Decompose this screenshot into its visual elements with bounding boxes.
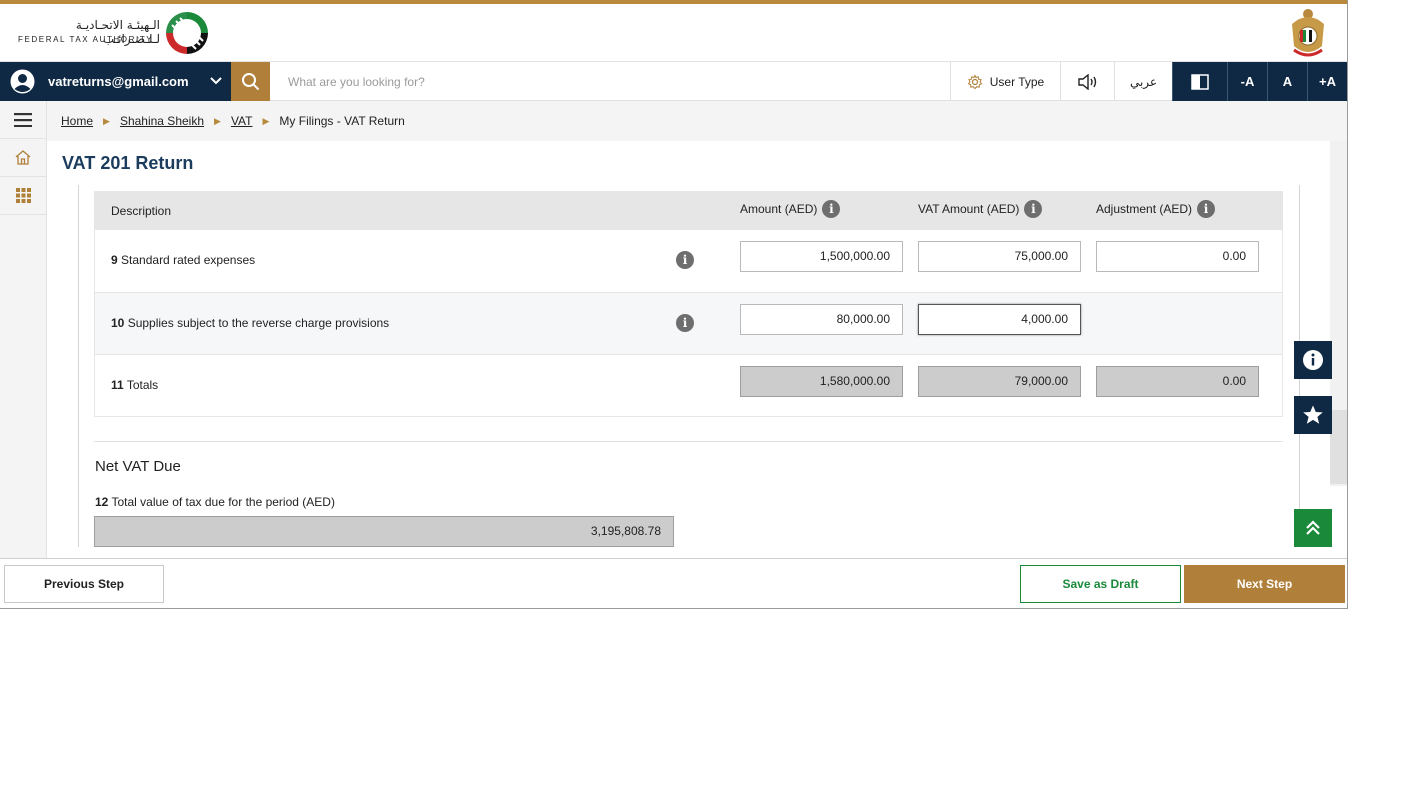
header-vat-amount: VAT Amount (AED) i (918, 200, 1043, 218)
menu-icon (14, 112, 32, 127)
grid-icon (15, 188, 31, 203)
left-nav-rail (0, 101, 47, 558)
header-description-label: Description (111, 204, 172, 218)
font-increase-button[interactable]: +A (1307, 62, 1347, 101)
search-input[interactable] (276, 67, 936, 96)
amount-input[interactable]: 80,000.00 (740, 304, 903, 335)
row-number: 11 (111, 378, 124, 392)
breadcrumb-profile[interactable]: Shahina Sheikh (120, 114, 204, 128)
breadcrumb-separator-icon: ▶ (262, 115, 270, 126)
user-account-menu[interactable]: vatreturns@gmail.com (0, 62, 231, 101)
row-description: Standard rated expenses (121, 253, 256, 267)
scroll-to-top-button[interactable] (1294, 509, 1332, 547)
total-adjustment-field: 0.00 (1096, 366, 1259, 397)
speaker-icon (1077, 73, 1096, 90)
net-vat-number: 12 (95, 495, 109, 509)
table-header: Description Amount (AED) i VAT Amount (A… (95, 192, 1282, 230)
rail-services[interactable] (0, 177, 46, 215)
gear-icon (967, 73, 983, 89)
contrast-toggle[interactable] (1172, 62, 1227, 101)
user-type-button[interactable]: User Type (950, 62, 1060, 101)
app-window: الـهيئـة الاتحـاديـة لـلـضـرائـب FEDERAL… (0, 0, 1348, 609)
fta-logo-icon[interactable] (162, 9, 212, 57)
page-title: VAT 201 Return (62, 153, 194, 173)
header-amount-label: Amount (AED) (740, 202, 818, 216)
row-label: 9 Standard rated expenses (111, 253, 255, 267)
user-email: vatreturns@gmail.com (48, 74, 189, 89)
info-icon[interactable]: i (676, 251, 694, 269)
next-step-button[interactable]: Next Step (1184, 565, 1345, 603)
user-type-label: User Type (989, 74, 1045, 89)
net-vat-description: Total value of tax due for the period (A… (111, 495, 335, 509)
info-icon[interactable]: i (676, 314, 694, 332)
header-adjustment: Adjustment (AED) i (1096, 200, 1216, 218)
breadcrumb-current: My Filings - VAT Return (279, 114, 405, 128)
language-toggle[interactable]: عربي (1114, 62, 1172, 101)
table-row-totals: 11 Totals 1,580,000.00 79,000.00 0.00 (95, 355, 1282, 417)
scrollbar-thumb[interactable] (1330, 410, 1347, 484)
star-icon (1303, 405, 1323, 424)
section-divider (94, 441, 1283, 442)
rail-home[interactable] (0, 139, 46, 177)
font-decrease-button[interactable]: -A (1227, 62, 1267, 101)
vat-expenses-table: Description Amount (AED) i VAT Amount (A… (94, 191, 1283, 417)
header-description: Description (111, 204, 171, 218)
amount-input[interactable]: 1,500,000.00 (740, 241, 903, 272)
chevron-down-icon[interactable] (209, 74, 223, 88)
info-icon[interactable]: i (1197, 200, 1216, 218)
row-number: 9 (111, 253, 118, 267)
row-label: 11 Totals (111, 378, 158, 392)
adjustment-input[interactable]: 0.00 (1096, 241, 1259, 272)
row-label: 10 Supplies subject to the reverse charg… (111, 316, 389, 330)
header-adjustment-label: Adjustment (AED) (1096, 202, 1193, 216)
header-amount: Amount (AED) i (740, 200, 841, 218)
breadcrumb-separator-icon: ▶ (214, 115, 221, 126)
net-vat-label: 12 Total value of tax due for the period… (95, 495, 335, 509)
row-description: Supplies subject to the reverse charge p… (127, 316, 390, 330)
logo-english-text: FEDERAL TAX AUTHORITY (18, 35, 154, 44)
site-header: الـهيئـة الاتحـاديـة لـلـضـرائـب FEDERAL… (0, 4, 1347, 62)
total-vat-field: 79,000.00 (918, 366, 1081, 397)
font-normal-button[interactable]: A (1267, 62, 1307, 101)
table-row: 10 Supplies subject to the reverse charg… (95, 293, 1282, 355)
home-icon (15, 150, 31, 165)
info-icon (1303, 350, 1323, 370)
header-vat-amount-label: VAT Amount (AED) (918, 202, 1020, 216)
breadcrumb-home[interactable]: Home (61, 114, 93, 128)
floating-info-button[interactable] (1294, 341, 1332, 379)
user-avatar-icon (10, 69, 35, 94)
search-icon (242, 73, 260, 91)
search-button[interactable] (231, 62, 270, 101)
row-number: 10 (111, 316, 125, 330)
breadcrumb-separator-icon: ▶ (103, 115, 110, 126)
menu-toggle[interactable] (0, 101, 46, 139)
action-footer: Previous Step Save as Draft Next Step (0, 558, 1347, 608)
row-description: Totals (126, 378, 159, 392)
uae-emblem-icon (1292, 9, 1324, 57)
floating-favorite-button[interactable] (1294, 396, 1332, 434)
double-chevron-up-icon (1306, 520, 1320, 535)
utility-toolbar: vatreturns@gmail.com User Type (0, 62, 1347, 101)
contrast-icon (1191, 73, 1209, 90)
previous-step-button[interactable]: Previous Step (4, 565, 164, 603)
read-aloud-button[interactable] (1060, 62, 1114, 101)
vat-amount-input[interactable]: 4,000.00 (918, 304, 1081, 335)
breadcrumb: Home ▶ Shahina Sheikh ▶ VAT ▶ My Filings… (47, 101, 1347, 141)
save-draft-button[interactable]: Save as Draft (1020, 565, 1181, 603)
net-vat-title: Net VAT Due (95, 458, 181, 475)
breadcrumb-vat[interactable]: VAT (231, 114, 253, 128)
info-icon[interactable]: i (1024, 200, 1043, 218)
net-vat-value-field: 3,195,808.78 (94, 516, 674, 547)
vat-amount-input[interactable]: 75,000.00 (918, 241, 1081, 272)
total-amount-field: 1,580,000.00 (740, 366, 903, 397)
info-icon[interactable]: i (822, 200, 841, 218)
table-row: 9 Standard rated expenses i 1,500,000.00… (95, 230, 1282, 293)
